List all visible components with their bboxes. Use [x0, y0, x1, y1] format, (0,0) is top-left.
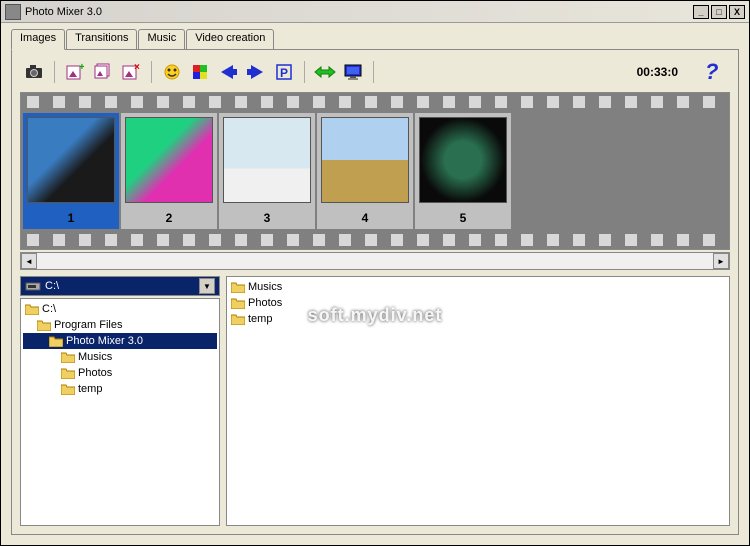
drive-selector[interactable]: C:\ ▼	[20, 276, 220, 296]
folder-icon	[61, 383, 75, 395]
frame-1[interactable]: 1	[23, 113, 119, 229]
tree-item-program-files[interactable]: Program Files	[23, 317, 217, 333]
multi-image-button[interactable]	[89, 59, 117, 85]
empty-frames	[513, 113, 727, 229]
drive-icon	[25, 280, 41, 292]
remove-image-button[interactable]: ×	[117, 59, 145, 85]
help-icon: ?	[701, 61, 723, 83]
folder-open-icon	[49, 335, 63, 347]
arrow-right-icon	[245, 63, 267, 81]
time-display: 00:33:0	[637, 65, 678, 79]
monitor-icon	[343, 63, 363, 81]
tab-bar: Images Transitions Music Video creation	[11, 29, 739, 49]
frame-3[interactable]: 3	[219, 113, 315, 229]
tab-panel: + ×	[11, 49, 739, 535]
thumbnail-5	[419, 117, 507, 203]
help-button[interactable]: ?	[698, 59, 726, 85]
app-icon	[5, 4, 21, 20]
color-icon	[191, 63, 209, 81]
file-item-musics[interactable]: Musics	[229, 279, 727, 295]
camera-button[interactable]	[20, 59, 48, 85]
multi-image-icon	[94, 63, 112, 81]
effects-button[interactable]	[158, 59, 186, 85]
minimize-button[interactable]: _	[693, 5, 709, 19]
add-image-button[interactable]: +	[61, 59, 89, 85]
file-item-temp[interactable]: temp	[229, 311, 727, 327]
maximize-button[interactable]: □	[711, 5, 727, 19]
svg-text:×: ×	[134, 63, 140, 73]
sprocket-top	[21, 93, 729, 111]
arrow-left-icon	[217, 63, 239, 81]
effects-icon	[163, 63, 181, 81]
monitor-button[interactable]	[339, 59, 367, 85]
sprocket-bottom	[21, 231, 729, 249]
properties-button[interactable]: P	[270, 59, 298, 85]
filmstrip: 1 2 3 4 5	[20, 92, 730, 250]
frame-4[interactable]: 4	[317, 113, 413, 229]
scroll-left-button[interactable]: ◄	[21, 253, 37, 269]
dropdown-arrow-icon[interactable]: ▼	[199, 278, 215, 294]
svg-text:+: +	[79, 63, 84, 73]
tab-images[interactable]: Images	[11, 29, 65, 50]
tree-item-temp[interactable]: temp	[23, 381, 217, 397]
close-button[interactable]: X	[729, 5, 745, 19]
tree-item-musics[interactable]: Musics	[23, 349, 217, 365]
next-button[interactable]	[242, 59, 270, 85]
filmstrip-scrollbar[interactable]: ◄ ►	[20, 252, 730, 270]
add-image-icon: +	[66, 63, 84, 81]
thumbnail-4	[321, 117, 409, 203]
folder-icon	[61, 367, 75, 379]
tree-item-photos[interactable]: Photos	[23, 365, 217, 381]
tab-transitions[interactable]: Transitions	[66, 29, 137, 49]
svg-text:P: P	[280, 66, 288, 80]
play-button[interactable]	[311, 59, 339, 85]
prev-button[interactable]	[214, 59, 242, 85]
titlebar: Photo Mixer 3.0 _ □ X	[1, 1, 749, 23]
svg-text:?: ?	[705, 61, 718, 83]
folder-open-icon	[25, 303, 39, 315]
color-button[interactable]	[186, 59, 214, 85]
camera-icon	[24, 64, 44, 80]
folder-open-icon	[37, 319, 51, 331]
frame-2[interactable]: 2	[121, 113, 217, 229]
folder-icon	[231, 281, 245, 293]
window-title: Photo Mixer 3.0	[25, 6, 693, 18]
tree-item-photo-mixer[interactable]: Photo Mixer 3.0	[23, 333, 217, 349]
tree-item-c[interactable]: C:\	[23, 301, 217, 317]
folder-icon	[231, 313, 245, 325]
app-window: Photo Mixer 3.0 _ □ X Images Transitions…	[0, 0, 750, 546]
tab-music[interactable]: Music	[138, 29, 185, 49]
p-icon: P	[275, 63, 293, 81]
thumbnail-3	[223, 117, 311, 203]
drive-label: C:\	[45, 280, 59, 292]
frame-row: 1 2 3 4 5	[21, 111, 729, 231]
folder-icon	[61, 351, 75, 363]
thumbnail-1	[27, 117, 115, 203]
folder-icon	[231, 297, 245, 309]
thumbnail-2	[125, 117, 213, 203]
frame-5[interactable]: 5	[415, 113, 511, 229]
file-list[interactable]: Musics Photos temp	[226, 276, 730, 526]
remove-image-icon: ×	[122, 63, 140, 81]
scroll-right-button[interactable]: ►	[713, 253, 729, 269]
file-item-photos[interactable]: Photos	[229, 295, 727, 311]
tab-video-creation[interactable]: Video creation	[186, 29, 274, 49]
toolbar: + ×	[20, 58, 730, 86]
folder-tree[interactable]: C:\ Program Files Photo Mixer 3.0 M	[20, 298, 220, 526]
play-green-icon	[313, 64, 337, 80]
